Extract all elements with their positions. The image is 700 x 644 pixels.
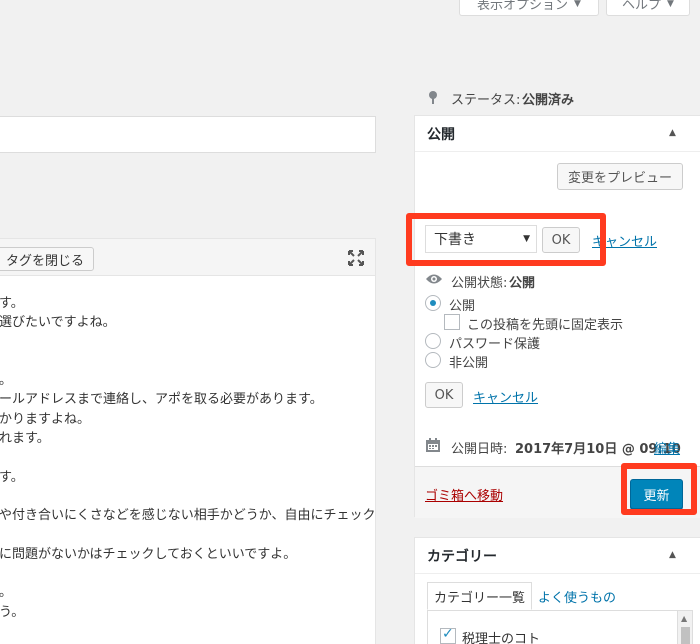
highlight-update-button — [621, 463, 697, 515]
publish-header[interactable]: 公開 ▲ — [415, 116, 700, 152]
editor-line: す。 — [0, 296, 24, 311]
publish-box: 公開 ▲ 変更をプレビュー ステータス: 公開済み 下書き ▼ OK キャンセル… — [414, 91, 700, 518]
editor-line: に問題がないかはチェックしておくといいですよ。 — [0, 546, 297, 562]
password-option-label: パスワード保護 — [449, 337, 541, 352]
editor-toolbar: タグを閉じる — [0, 239, 375, 276]
visibility-ok-button[interactable]: OK — [425, 382, 463, 408]
eye-icon — [426, 274, 442, 284]
visibility-label: 公開状態: — [451, 276, 508, 291]
collapse-arrow-icon[interactable]: ▲ — [669, 550, 676, 560]
editor-body[interactable]: す。 選びたいですよね。。ールアドレスまで連絡し、アポを取る必要があります。 かりま… — [0, 276, 375, 622]
tab-popular-categories[interactable]: よく使うもの — [532, 582, 622, 610]
editor-line: 。 — [0, 373, 13, 389]
highlight-status-select — [406, 213, 606, 266]
publish-title: 公開 — [427, 126, 455, 143]
collapse-arrow-icon[interactable]: ▲ — [669, 128, 676, 138]
text-editor[interactable]: タグを閉じる す。 選びたいですよね。。ールアドレスまで連絡し、アポを取る必要があ… — [0, 238, 376, 644]
editor-line: かりますよね。 — [0, 411, 91, 427]
fullscreen-icon[interactable] — [347, 249, 365, 267]
public-radio[interactable] — [425, 295, 441, 311]
scrollbar-thumb[interactable] — [681, 627, 690, 644]
post-title-input[interactable] — [0, 116, 376, 153]
editor-line: や付き合いにくさなどを感じない相手かどうか、自由にチェック — [0, 508, 375, 524]
category-box: カテゴリー ▲ カテゴリー一覧 よく使うもの 税理士のコト ▲ — [414, 537, 700, 644]
sticky-checkbox[interactable] — [444, 314, 460, 330]
tab-all-categories[interactable]: カテゴリー一覧 — [427, 582, 533, 610]
visibility-value: 公開 — [509, 276, 536, 291]
close-tags-button[interactable]: タグを閉じる — [0, 247, 95, 271]
pin-icon — [429, 91, 437, 104]
private-option-label: 非公開 — [449, 356, 489, 371]
private-radio[interactable] — [425, 352, 441, 368]
caret-down-icon: ▼ — [574, 0, 581, 9]
edit-date-link[interactable]: 編集 — [654, 438, 680, 457]
category-tabs: カテゴリー一覧 よく使うもの — [427, 582, 622, 610]
category-checkbox[interactable] — [440, 626, 456, 644]
category-title: カテゴリー — [427, 548, 497, 565]
editor-line: ールアドレスまで連絡し、アポを取る必要があります。 — [0, 392, 323, 408]
calendar-icon — [426, 438, 440, 452]
editor-line: れます。 — [0, 431, 50, 447]
password-radio[interactable] — [425, 333, 441, 349]
status-label: ステータス: — [451, 93, 521, 108]
date-label: 公開日時: — [451, 442, 508, 457]
screen-options-label: 表示オプション — [477, 0, 569, 13]
preview-changes-button[interactable]: 変更をプレビュー — [557, 163, 683, 190]
public-option-label: 公開 — [449, 299, 476, 314]
category-item-label: 税理士のコト — [462, 632, 541, 644]
screen-options-button[interactable]: 表示オプション ▼ — [459, 0, 599, 16]
category-scrollbar[interactable]: ▲ — [677, 611, 692, 644]
editor-line: す。 — [0, 469, 24, 485]
help-label: ヘルプ — [622, 0, 662, 13]
editor-line: 選びたいですよね。 — [0, 315, 116, 331]
help-button[interactable]: ヘルプ ▼ — [606, 0, 690, 16]
category-header[interactable]: カテゴリー ▲ — [415, 538, 700, 574]
editor-line: 。 — [0, 585, 13, 601]
trash-link[interactable]: ゴミ箱へ移動 — [425, 485, 503, 504]
visibility-cancel-link[interactable]: キャンセル — [473, 387, 538, 406]
category-list: 税理士のコト ▲ — [427, 610, 693, 644]
status-value: 公開済み — [522, 93, 575, 108]
scroll-up-icon[interactable]: ▲ — [681, 614, 687, 623]
sticky-option-label: この投稿を先頭に固定表示 — [467, 318, 624, 333]
caret-down-icon: ▼ — [667, 0, 674, 9]
editor-line: う。 — [0, 604, 25, 620]
